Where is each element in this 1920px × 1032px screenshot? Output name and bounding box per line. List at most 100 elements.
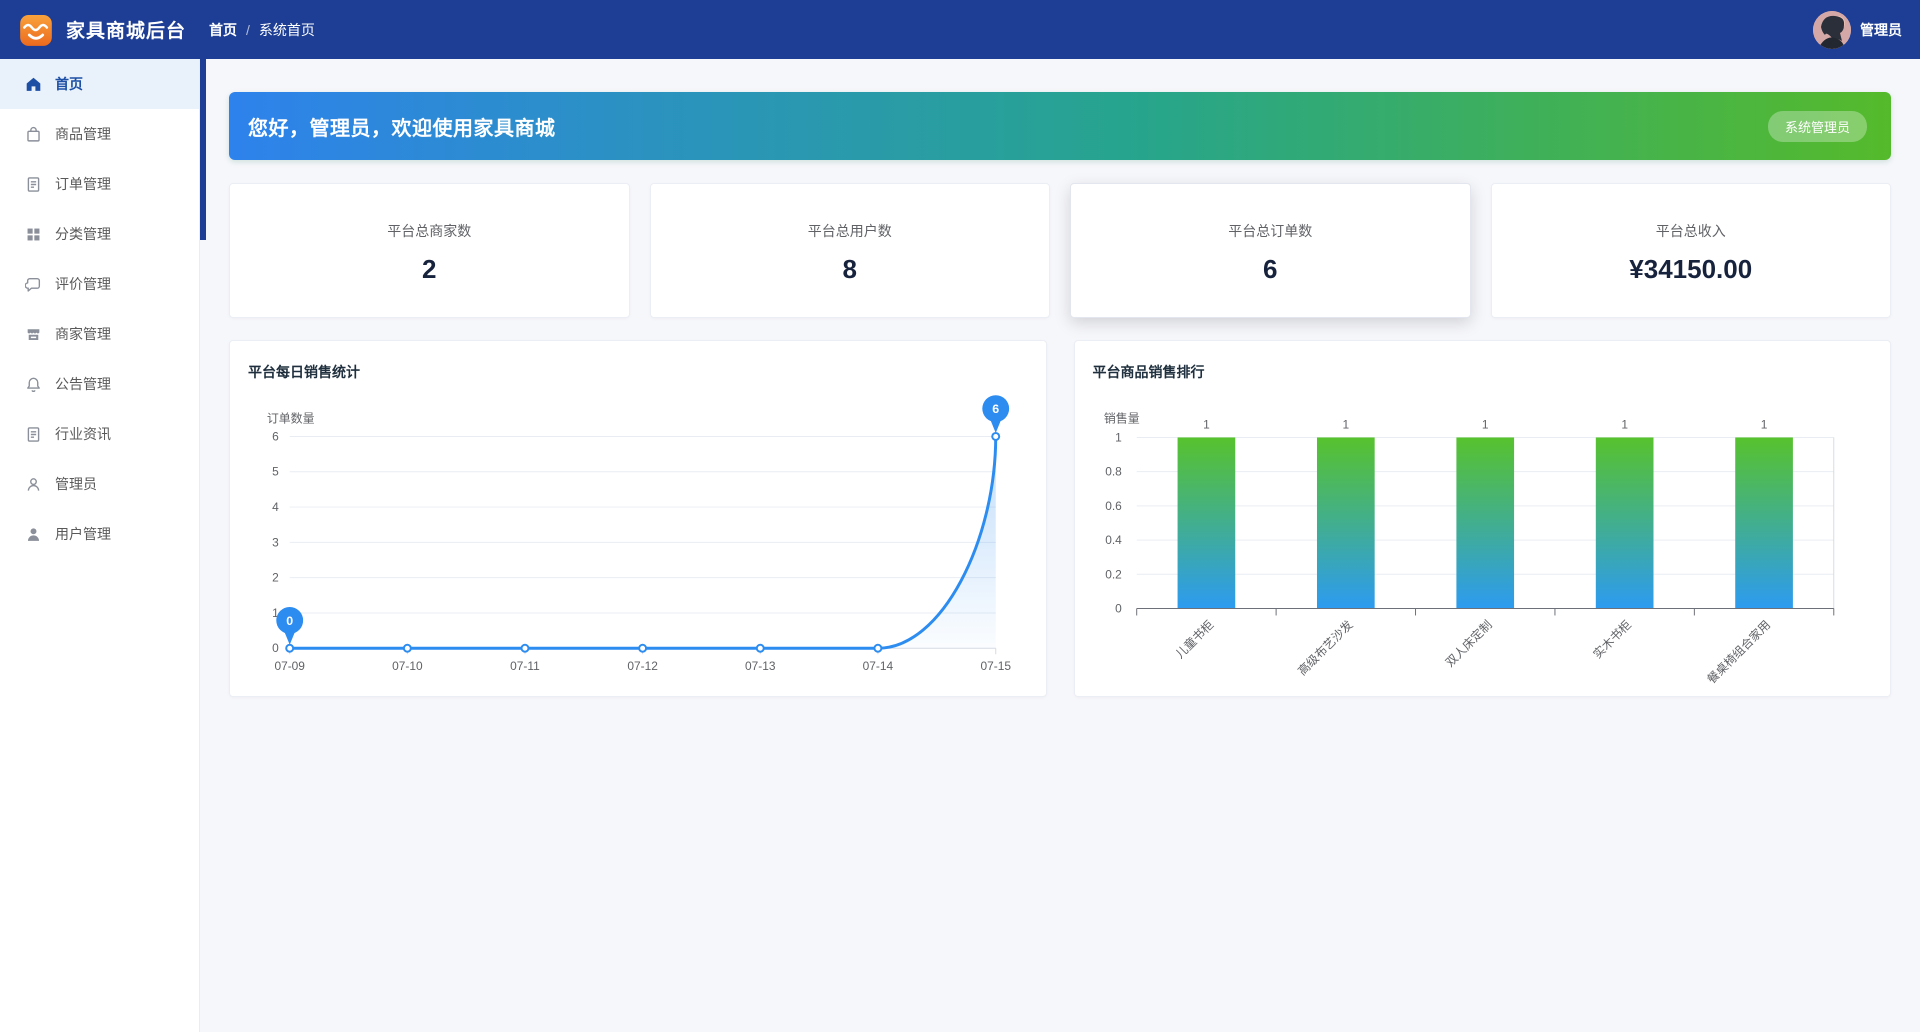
y-tick-label: 0.2 bbox=[1105, 567, 1122, 581]
daily-sales-line-chart: 订单数量 6 5 4 3 2 1 bbox=[230, 341, 1046, 696]
sidebar-item-announcements[interactable]: 公告管理 bbox=[0, 359, 199, 409]
stat-label: 平台总订单数 bbox=[1071, 221, 1470, 241]
y-tick-label: 3 bbox=[272, 535, 279, 549]
y-tick-label: 2 bbox=[272, 571, 279, 585]
top-navbar: 家具商城后台 首页 / 系统首页 管理员 bbox=[0, 0, 1920, 59]
sidebar-item-home[interactable]: 首页 bbox=[0, 59, 199, 109]
bar[interactable] bbox=[1456, 437, 1514, 608]
sidebar-item-label: 分类管理 bbox=[55, 224, 111, 244]
y-tick-label: 0 bbox=[1115, 601, 1122, 615]
stat-card-merchants[interactable]: 平台总商家数 2 bbox=[229, 183, 630, 318]
sidebar-item-orders[interactable]: 订单管理 bbox=[0, 159, 199, 209]
main-content: 您好，管理员，欢迎使用家具商城 系统管理员 平台总商家数 2 平台总用户数 8 … bbox=[201, 59, 1920, 1032]
data-point[interactable] bbox=[639, 645, 646, 652]
role-badge: 系统管理员 bbox=[1768, 111, 1867, 142]
bar-value-label: 1 bbox=[1481, 418, 1488, 432]
breadcrumb: 首页 / 系统首页 bbox=[209, 20, 315, 40]
y-axis-label: 销售量 bbox=[1103, 412, 1139, 426]
data-point[interactable] bbox=[286, 645, 293, 652]
sidebar-item-label: 公告管理 bbox=[55, 374, 111, 394]
y-tick-label: 0.8 bbox=[1105, 465, 1122, 479]
bar-value-label: 1 bbox=[1342, 418, 1349, 432]
users-icon bbox=[25, 526, 42, 543]
user-name[interactable]: 管理员 bbox=[1860, 20, 1902, 40]
sidebar-item-reviews[interactable]: 评价管理 bbox=[0, 259, 199, 309]
stat-value: 2 bbox=[230, 254, 629, 285]
chat-icon bbox=[25, 276, 42, 293]
bar[interactable] bbox=[1316, 437, 1374, 608]
stat-value: ¥34150.00 bbox=[1492, 254, 1891, 285]
charts-row: 平台每日销售统计 订单数量 bbox=[229, 340, 1891, 697]
app-logo-icon bbox=[16, 10, 56, 50]
stat-card-revenue[interactable]: 平台总收入 ¥34150.00 bbox=[1491, 183, 1892, 318]
y-tick-label: 5 bbox=[272, 465, 279, 479]
pin-marker-last: 6 bbox=[982, 395, 1009, 433]
x-tick-label: 07-13 bbox=[745, 659, 776, 673]
stat-card-orders[interactable]: 平台总订单数 6 bbox=[1070, 183, 1471, 318]
sidebar-item-industry-news[interactable]: 行业资讯 bbox=[0, 409, 199, 459]
sidebar-item-label: 订单管理 bbox=[55, 174, 111, 194]
data-point[interactable] bbox=[757, 645, 764, 652]
bar-category-label: 双人床定制 bbox=[1442, 618, 1494, 670]
y-tick-label: 4 bbox=[272, 500, 279, 514]
bar-category-label: 实木书柜 bbox=[1590, 618, 1634, 662]
bar-value-label: 1 bbox=[1760, 418, 1767, 432]
product-ranking-chart-card: 平台商品销售排行 销售量 1 0.8 0.6 0.4 bbox=[1074, 340, 1892, 697]
pin-marker-first: 0 bbox=[276, 607, 303, 645]
x-tick-label: 07-10 bbox=[392, 659, 423, 673]
bar-value-label: 1 bbox=[1621, 418, 1628, 432]
document-icon bbox=[25, 176, 42, 193]
data-point[interactable] bbox=[404, 645, 411, 652]
y-tick-label: 0.4 bbox=[1105, 533, 1122, 547]
data-point[interactable] bbox=[874, 645, 881, 652]
sidebar-item-label: 用户管理 bbox=[55, 524, 111, 544]
user-avatar[interactable] bbox=[1813, 11, 1851, 49]
x-tick-label: 07-09 bbox=[274, 659, 305, 673]
data-point[interactable] bbox=[522, 645, 529, 652]
content-scrollbar-thumb[interactable] bbox=[200, 59, 206, 240]
bag-icon bbox=[25, 126, 42, 143]
bar[interactable] bbox=[1735, 437, 1793, 608]
stat-label: 平台总用户数 bbox=[651, 221, 1050, 241]
y-tick-label: 0 bbox=[272, 641, 279, 655]
sidebar-item-categories[interactable]: 分类管理 bbox=[0, 209, 199, 259]
data-point[interactable] bbox=[992, 433, 999, 440]
bar[interactable] bbox=[1595, 437, 1653, 608]
navbar-user-area: 管理员 bbox=[1813, 11, 1920, 49]
x-tick-label: 07-15 bbox=[980, 659, 1011, 673]
stat-value: 8 bbox=[651, 254, 1050, 285]
product-sales-bar-chart: 销售量 1 0.8 0.6 0.4 0.2 0 1 1 bbox=[1075, 341, 1891, 696]
bar-category-label: 儿童书柜 bbox=[1172, 618, 1216, 662]
app-title: 家具商城后台 bbox=[66, 16, 186, 43]
sidebar-item-products[interactable]: 商品管理 bbox=[0, 109, 199, 159]
grid-icon bbox=[25, 226, 42, 243]
breadcrumb-separator: / bbox=[246, 22, 250, 38]
bar-value-label: 1 bbox=[1203, 418, 1210, 432]
bell-icon bbox=[25, 376, 42, 393]
sidebar-item-merchants[interactable]: 商家管理 bbox=[0, 309, 199, 359]
pin-value-label: 6 bbox=[992, 402, 999, 416]
y-tick-label: 6 bbox=[272, 429, 279, 443]
y-tick-label: 1 bbox=[1115, 430, 1122, 444]
brand: 家具商城后台 bbox=[0, 10, 194, 50]
welcome-banner: 您好，管理员，欢迎使用家具商城 系统管理员 bbox=[229, 92, 1891, 160]
x-tick-label: 07-14 bbox=[863, 659, 894, 673]
x-tick-label: 07-12 bbox=[627, 659, 658, 673]
news-icon bbox=[25, 426, 42, 443]
sidebar-item-label: 评价管理 bbox=[55, 274, 111, 294]
sidebar-item-admins[interactable]: 管理员 bbox=[0, 459, 199, 509]
sidebar-item-label: 商品管理 bbox=[55, 124, 111, 144]
y-axis-label: 订单数量 bbox=[267, 412, 315, 426]
sidebar: 首页 商品管理 订单管理 分类管理 评价管理 商家管理 公告管理 bbox=[0, 59, 200, 1032]
sidebar-item-users[interactable]: 用户管理 bbox=[0, 509, 199, 559]
stat-card-users[interactable]: 平台总用户数 8 bbox=[650, 183, 1051, 318]
store-icon bbox=[25, 326, 42, 343]
breadcrumb-current[interactable]: 系统首页 bbox=[259, 20, 315, 40]
bar-category-label: 高级布艺沙发 bbox=[1295, 618, 1356, 679]
bar-category-label: 餐桌椅组合家用 bbox=[1704, 618, 1773, 687]
sidebar-item-label: 行业资讯 bbox=[55, 424, 111, 444]
bar[interactable] bbox=[1177, 437, 1235, 608]
breadcrumb-home[interactable]: 首页 bbox=[209, 20, 237, 40]
y-tick-label: 0.6 bbox=[1105, 499, 1122, 513]
home-icon bbox=[25, 76, 42, 93]
